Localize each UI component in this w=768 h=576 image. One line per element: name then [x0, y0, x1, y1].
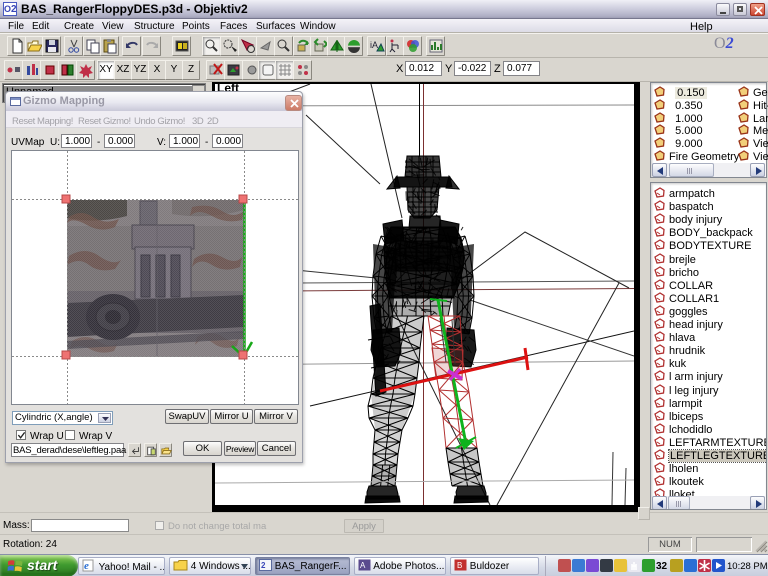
svg-text:A: A	[360, 561, 366, 570]
svg-text:32: 32	[656, 561, 668, 572]
svg-text:iA: iA	[370, 40, 378, 50]
svg-text:e: e	[84, 560, 89, 572]
svg-text:2: 2	[261, 561, 266, 570]
svg-text:B: B	[457, 561, 462, 570]
